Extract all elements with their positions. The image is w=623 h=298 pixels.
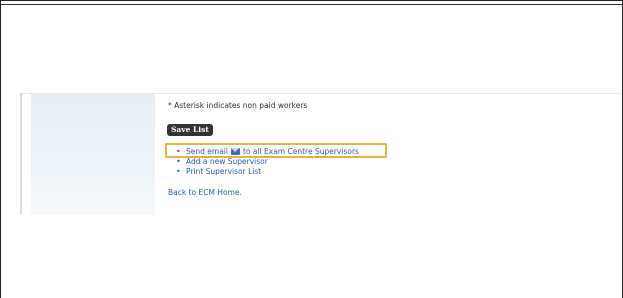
print-supervisor-list-link[interactable]: • Print Supervisor List bbox=[176, 166, 359, 176]
bullet-icon: • bbox=[176, 166, 181, 176]
save-list-button[interactable]: Save List bbox=[167, 124, 213, 136]
left-sidebar bbox=[31, 94, 155, 215]
top-divider bbox=[0, 4, 623, 5]
highlight-box bbox=[165, 143, 387, 158]
print-supervisor-label: Print Supervisor List bbox=[186, 166, 262, 176]
back-to-home-link[interactable]: Back to ECM Home. bbox=[168, 188, 242, 197]
asterisk-note: * Asterisk indicates non paid workers bbox=[168, 101, 308, 110]
